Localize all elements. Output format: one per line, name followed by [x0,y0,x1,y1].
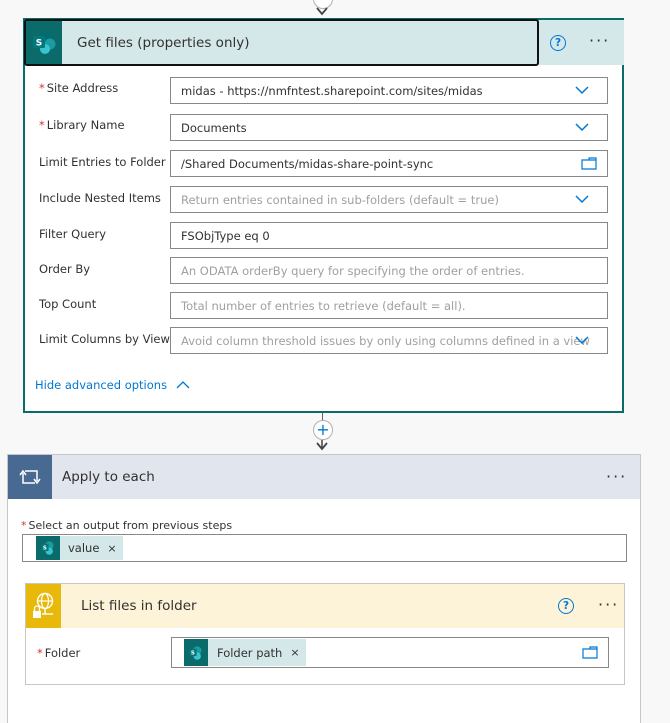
flow-canvas: S Get files (properties only) ? ··· * Sit… [0,0,670,723]
field-placeholder: Return entries contained in sub-folders … [181,192,499,207]
site-address-dropdown[interactable]: midas - https://nmfntest.sharepoint.com/… [170,77,608,104]
apply-to-each-title[interactable]: Apply to each [62,469,155,485]
sharepoint-icon: S [184,639,208,666]
field-label-text: Library Name [46,118,125,132]
field-label: * Library Name [39,118,125,132]
folder-input[interactable]: S Folder path × [171,637,609,668]
folder-label-text: Folder [44,646,81,660]
field-value: /Shared Documents/midas-share-point-sync [181,156,434,171]
chevron-down-icon[interactable] [575,335,589,345]
dynamic-content-token[interactable]: S value × [36,536,123,560]
more-options-icon[interactable]: ··· [589,33,610,49]
required-mark: * [39,81,45,95]
token-label: Folder path [217,645,283,660]
folder-label: * Folder [37,646,80,660]
top-count-input[interactable]: Total number of entries to retrieve (def… [170,292,608,319]
select-output-input[interactable]: S value × [22,534,627,562]
list-files-header[interactable]: List files in folder ? ··· [26,584,624,628]
svg-text:S: S [36,38,42,48]
field-placeholder: Total number of entries to retrieve (def… [181,298,466,313]
limit-columns-view-dropdown[interactable]: Avoid column threshold issues by only us… [170,327,608,354]
arrow-down-icon [316,7,328,16]
field-value: midas - https://nmfntest.sharepoint.com/… [181,83,483,98]
loop-icon [8,455,52,499]
apply-to-each-card: Apply to each ··· * Select an output from… [7,454,641,723]
chevron-up-icon[interactable] [176,380,190,390]
order-by-input[interactable]: An ODATA orderBy query for specifying th… [170,257,608,284]
chevron-down-icon[interactable] [575,194,589,204]
chevron-down-icon[interactable] [575,85,589,95]
remove-token-icon[interactable]: × [107,542,116,555]
field-value: FSObjType eq 0 [181,228,270,243]
list-files-in-folder-card: List files in folder ? ··· * Folder S Fol… [25,583,625,685]
list-files-title[interactable]: List files in folder [81,598,197,614]
get-files-header[interactable]: S Get files (properties only) ? ··· [24,19,624,66]
svg-text:S: S [43,546,47,552]
dynamic-content-token[interactable]: S Folder path × [184,639,306,666]
field-label: * Site Address [39,81,118,95]
apply-to-each-header[interactable]: Apply to each ··· [8,455,640,499]
select-output-label: * Select an output from previous steps [21,519,232,532]
more-options-icon[interactable]: ··· [606,469,627,485]
sharepoint-icon: S [36,536,60,560]
limit-entries-folder-input[interactable]: /Shared Documents/midas-share-point-sync [170,150,608,177]
field-value: Documents [181,120,247,135]
insert-step-button[interactable]: + [313,420,333,440]
field-placeholder: Avoid column threshold issues by only us… [181,333,590,348]
include-nested-items-dropdown[interactable]: Return entries contained in sub-folders … [170,186,608,213]
get-files-card: S Get files (properties only) ? ··· * Sit… [23,18,624,413]
arrow-down-icon [316,440,328,451]
filter-query-input[interactable]: FSObjType eq 0 [170,222,608,249]
hide-advanced-options-link[interactable]: Hide advanced options [35,378,190,392]
field-label: Filter Query [39,227,107,241]
field-label: Limit Entries to Folder [39,155,166,169]
chevron-down-icon[interactable] [575,122,589,132]
required-mark: * [39,118,45,132]
folder-icon[interactable] [581,157,597,170]
token-label: value [68,541,100,555]
get-files-title-box[interactable]: S Get files (properties only) [24,19,539,66]
svg-text:S: S [191,650,195,656]
library-name-dropdown[interactable]: Documents [170,114,608,141]
globe-lock-icon [26,584,61,628]
field-label: Limit Columns by View [39,332,170,346]
help-icon[interactable]: ? [558,598,574,614]
required-mark: * [37,646,43,660]
field-label: Top Count [39,297,97,311]
sharepoint-icon: S [26,21,62,64]
field-label: Include Nested Items [39,191,161,205]
remove-token-icon[interactable]: × [290,646,299,659]
get-files-title[interactable]: Get files (properties only) [77,35,250,51]
required-mark: * [21,519,27,532]
more-options-icon[interactable]: ··· [598,597,619,613]
field-placeholder: An ODATA orderBy query for specifying th… [181,263,525,278]
help-icon[interactable]: ? [550,35,566,51]
folder-icon[interactable] [582,646,598,659]
field-label-text: Site Address [46,81,119,95]
advanced-toggle-label[interactable]: Hide advanced options [35,378,167,392]
field-label: Order By [39,262,91,276]
select-output-label-text: Select an output from previous steps [28,519,233,532]
